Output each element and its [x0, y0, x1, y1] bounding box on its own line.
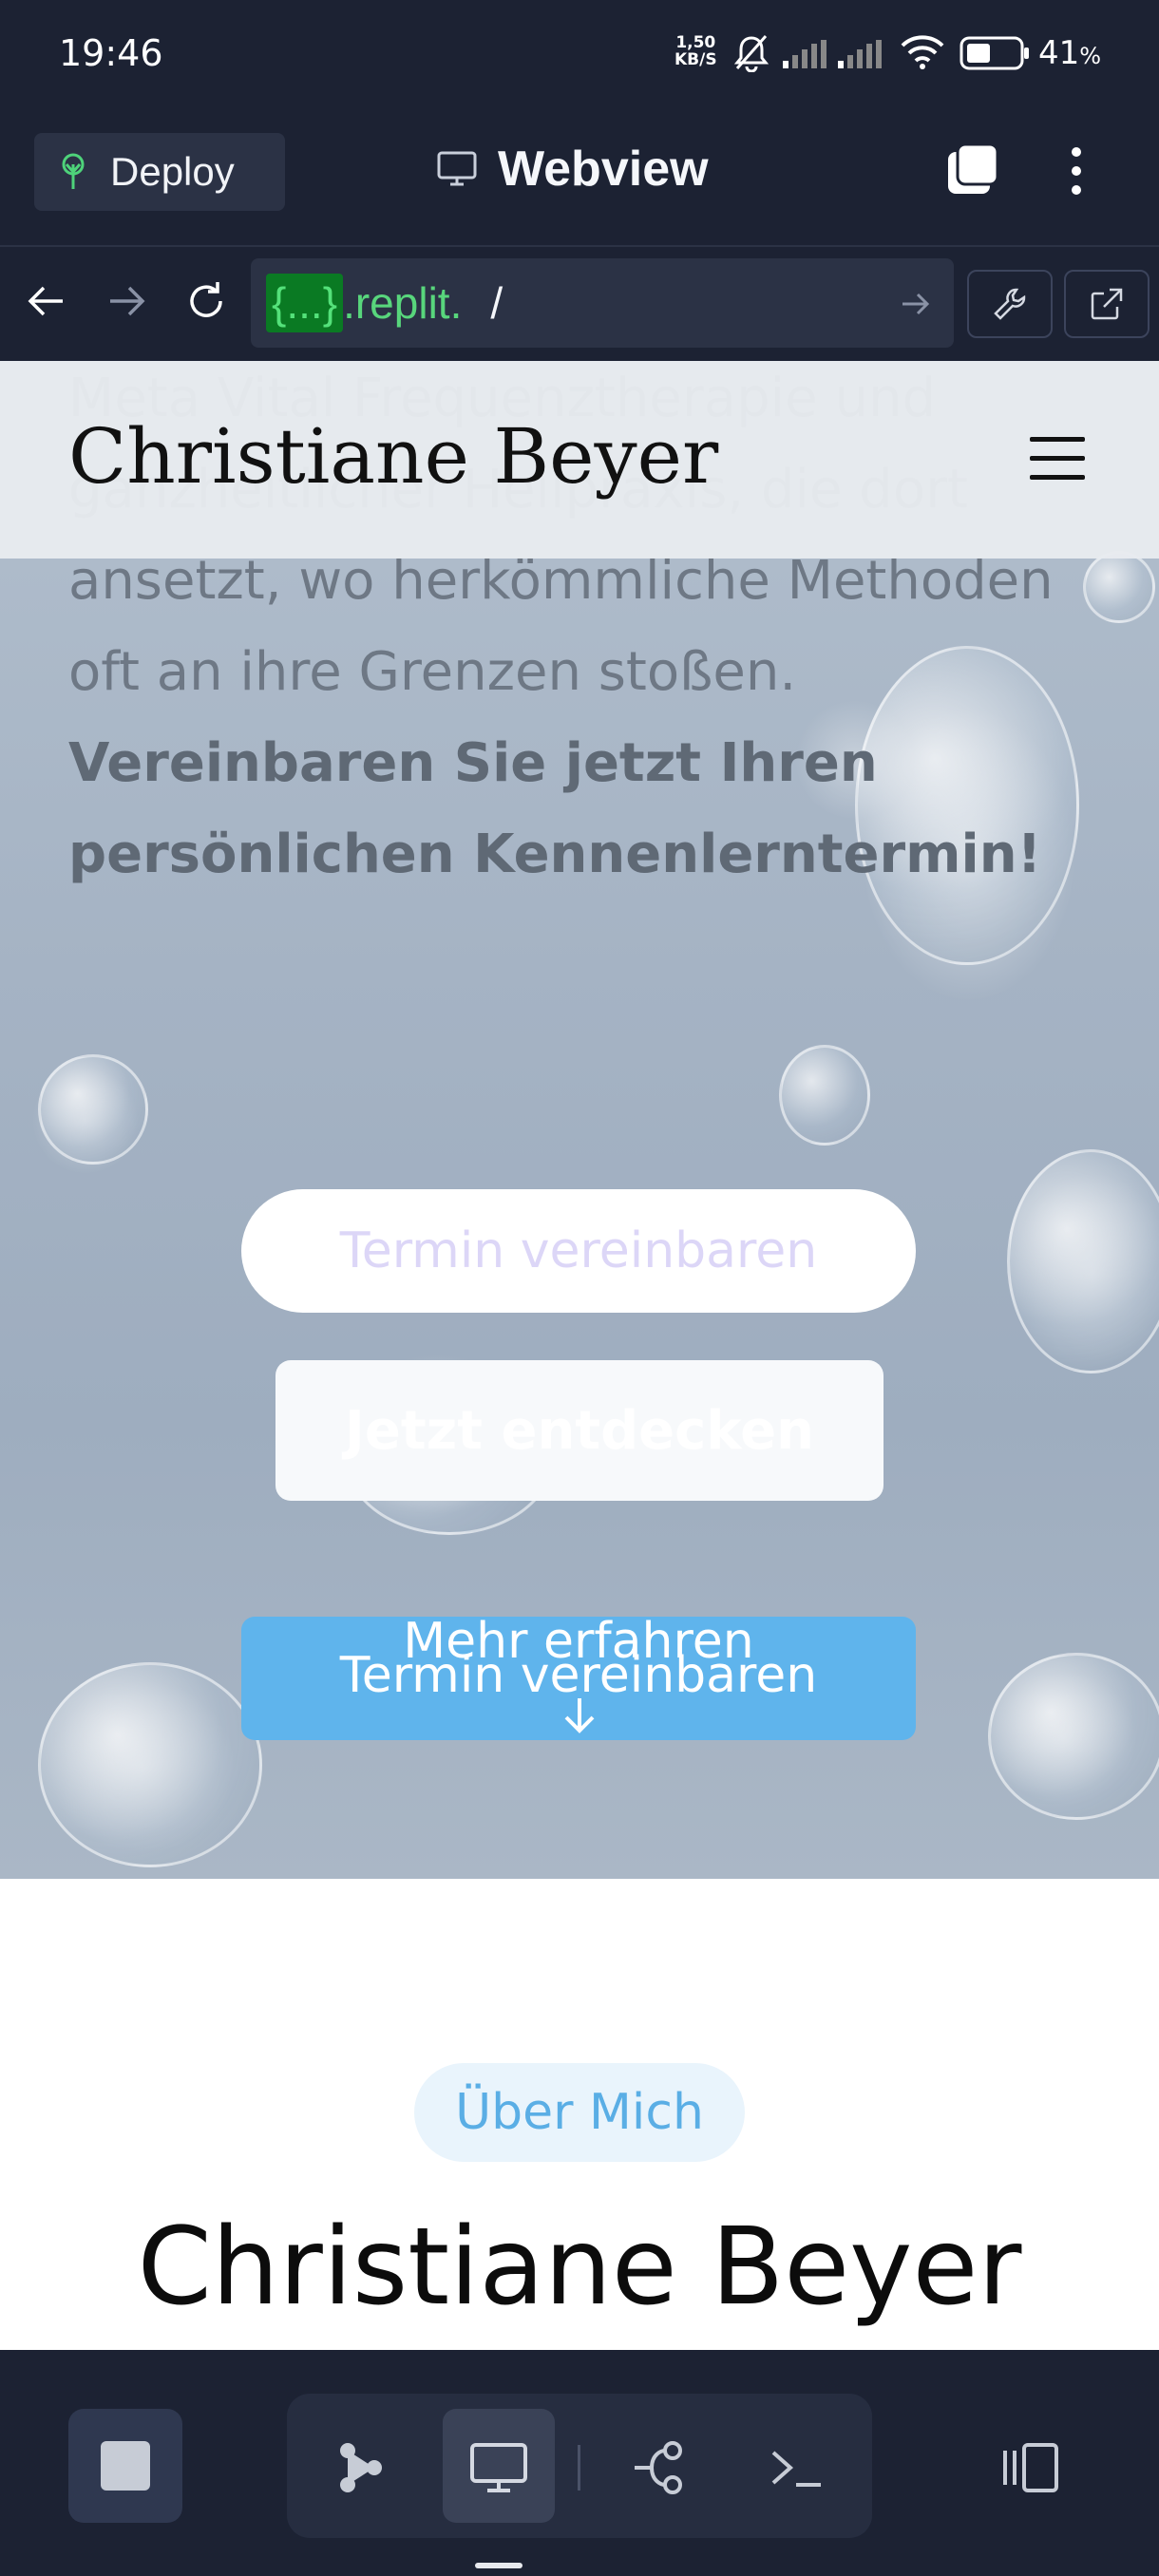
- network-speed: 1,50 KB/S: [674, 34, 717, 68]
- home-indicator[interactable]: [475, 2563, 522, 2568]
- about-badge: Über Mich: [414, 2063, 745, 2162]
- termin-button-primary[interactable]: Termin vereinbaren: [241, 1189, 916, 1313]
- arrow-down-icon: [564, 1698, 595, 1733]
- site-brand[interactable]: Christiane Beyer: [68, 412, 718, 501]
- deploy-label: Deploy: [110, 149, 235, 194]
- battery-percent: 41%: [1038, 34, 1101, 72]
- about-heading: Christiane Beyer: [137, 2206, 1022, 2329]
- wifi-icon: [901, 35, 944, 69]
- stop-button[interactable]: [68, 2409, 182, 2523]
- wrench-icon: [994, 288, 1026, 320]
- go-arrow-icon[interactable]: [899, 287, 933, 321]
- deploy-button[interactable]: Deploy: [34, 133, 285, 211]
- url-input[interactable]: {...} .replit. /: [251, 258, 954, 348]
- signal-icon-2: [838, 40, 882, 68]
- mute-bell-icon: [733, 35, 770, 72]
- tabs-icon[interactable]: [946, 142, 999, 196]
- open-external-button[interactable]: [1064, 270, 1150, 338]
- back-arrow-icon[interactable]: [23, 277, 70, 325]
- water-bubble: [1007, 1149, 1159, 1373]
- monitor-icon: [470, 2443, 527, 2492]
- reload-icon[interactable]: [182, 277, 230, 325]
- monitor-icon: [437, 151, 477, 186]
- more-icon[interactable]: [1062, 142, 1091, 199]
- water-bubble: [988, 1653, 1159, 1820]
- entdecken-button[interactable]: Jetzt entdecken: [276, 1360, 884, 1501]
- devtools-button[interactable]: [967, 270, 1053, 338]
- hamburger-menu-icon[interactable]: [1030, 437, 1085, 481]
- forward-arrow-icon[interactable]: [103, 277, 150, 325]
- signal-icon: [783, 40, 826, 68]
- water-bubble: [779, 1045, 870, 1146]
- hero-text-bold: Vereinbaren Sie jetzt Ihren persönlichen…: [68, 732, 1042, 885]
- network-speed-unit: KB/S: [674, 50, 717, 69]
- git-branch-icon[interactable]: [631, 2437, 692, 2498]
- webview-title: Webview: [437, 141, 709, 198]
- status-time: 19:46: [59, 32, 163, 74]
- url-domain: .replit.: [343, 278, 463, 328]
- agent-icon[interactable]: [331, 2437, 391, 2498]
- url-chip: {...}: [266, 274, 344, 332]
- water-bubble: [38, 1054, 148, 1165]
- battery-icon: [960, 36, 1029, 70]
- panel-toggle-icon[interactable]: [1001, 2437, 1062, 2498]
- stop-icon: [101, 2441, 150, 2491]
- terminal-icon[interactable]: [766, 2437, 826, 2498]
- network-speed-value: 1,50: [675, 33, 716, 52]
- webview-title-label: Webview: [498, 142, 709, 197]
- webview-page: Meta Vital Frequenztherapie und ganzheit…: [0, 361, 1159, 2350]
- battery-percent-value: 41: [1038, 34, 1080, 72]
- water-bubble: [38, 1662, 262, 1867]
- tool-divider: [578, 2445, 580, 2491]
- battery-percent-suffix: %: [1079, 43, 1102, 69]
- url-path: /: [490, 278, 504, 328]
- hero-section: Meta Vital Frequenztherapie und ganzheit…: [0, 361, 1159, 1879]
- tree-icon: [62, 153, 85, 189]
- external-link-icon: [1091, 288, 1123, 320]
